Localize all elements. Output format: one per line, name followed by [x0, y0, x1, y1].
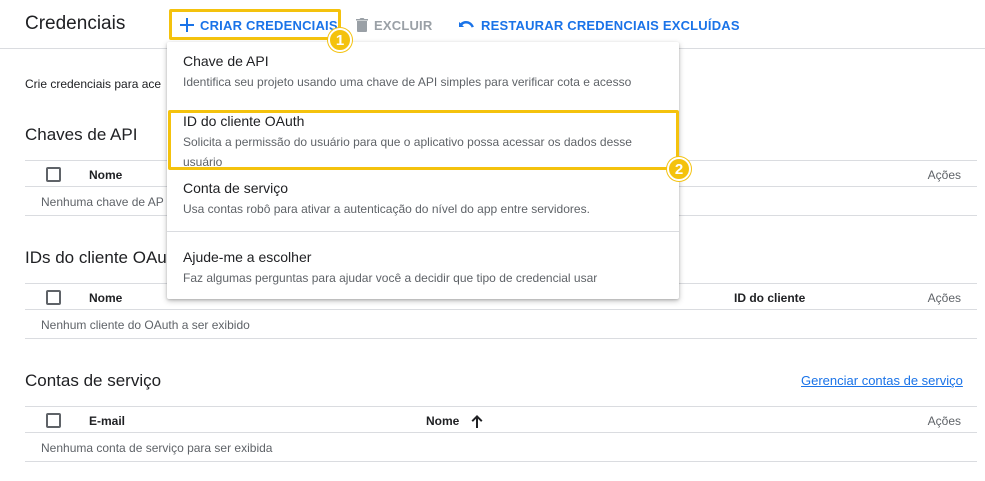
- col-name-label: Nome: [426, 414, 460, 428]
- service-accounts-empty-row: Nenhuma conta de serviço para ser exibid…: [25, 433, 977, 462]
- col-name[interactable]: Nome: [89, 168, 122, 182]
- menu-item-title: Ajude-me a escolher: [183, 249, 312, 265]
- arrow-up-icon: [471, 415, 483, 429]
- restore-deleted-button[interactable]: RESTAURAR CREDENCIAIS EXCLUÍDAS: [459, 15, 740, 35]
- empty-message: Nenhuma conta de serviço para ser exibid…: [41, 441, 273, 455]
- api-keys-title: Chaves de API: [25, 125, 138, 144]
- col-name-sorted[interactable]: Nome: [426, 414, 483, 429]
- menu-item-desc: Faz algumas perguntas para ajudar você a…: [183, 271, 598, 285]
- select-all-checkbox[interactable]: [46, 290, 61, 305]
- col-actions: Ações: [927, 168, 961, 182]
- col-email[interactable]: E-mail: [89, 414, 125, 428]
- service-accounts-table-header: E-mail Nome Ações: [25, 406, 977, 433]
- col-client-id[interactable]: ID do cliente: [734, 291, 805, 305]
- manage-service-accounts-link[interactable]: Gerenciar contas de serviço: [801, 373, 963, 388]
- delete-label: EXCLUIR: [374, 17, 433, 33]
- select-all-checkbox[interactable]: [46, 413, 61, 428]
- step-badge-2: 2: [667, 157, 691, 181]
- menu-item-desc: Usa contas robô para ativar a autenticaç…: [183, 202, 590, 216]
- menu-item-desc: Identifica seu projeto usando uma chave …: [183, 75, 632, 89]
- delete-button[interactable]: EXCLUIR: [356, 15, 432, 35]
- menu-item-help-me-choose[interactable]: Ajude-me a escolher Faz algumas pergunta…: [167, 248, 679, 288]
- trash-icon: [356, 18, 368, 32]
- col-actions: Ações: [927, 414, 961, 428]
- menu-item-api-key[interactable]: Chave de API Identifica seu projeto usan…: [167, 52, 679, 92]
- undo-icon: [459, 19, 475, 31]
- create-credentials-menu: Chave de API Identifica seu projeto usan…: [167, 42, 679, 299]
- oauth-empty-row: Nenhum cliente do OAuth a ser exibido: [25, 310, 977, 339]
- select-all-checkbox[interactable]: [46, 167, 61, 182]
- menu-item-title: Conta de serviço: [183, 180, 289, 196]
- oauth-clients-title: IDs do cliente OAu: [25, 248, 167, 267]
- menu-item-service-account[interactable]: Conta de serviço Usa contas robô para at…: [167, 179, 679, 219]
- restore-deleted-label: RESTAURAR CREDENCIAIS EXCLUÍDAS: [481, 17, 740, 33]
- col-actions: Ações: [927, 291, 961, 305]
- highlight-create-button: [169, 9, 341, 40]
- col-name[interactable]: Nome: [89, 291, 122, 305]
- menu-item-title: Chave de API: [183, 53, 269, 69]
- highlight-oauth-item: [168, 110, 679, 170]
- menu-divider: [167, 231, 679, 232]
- empty-message: Nenhum cliente do OAuth a ser exibido: [41, 318, 250, 332]
- step-badge-1: 1: [328, 28, 352, 52]
- empty-message: Nenhuma chave de AP: [41, 195, 164, 209]
- service-accounts-title: Contas de serviço: [25, 371, 162, 390]
- page-title: Credenciais: [25, 13, 126, 34]
- intro-text: Crie credenciais para ace: [25, 77, 162, 91]
